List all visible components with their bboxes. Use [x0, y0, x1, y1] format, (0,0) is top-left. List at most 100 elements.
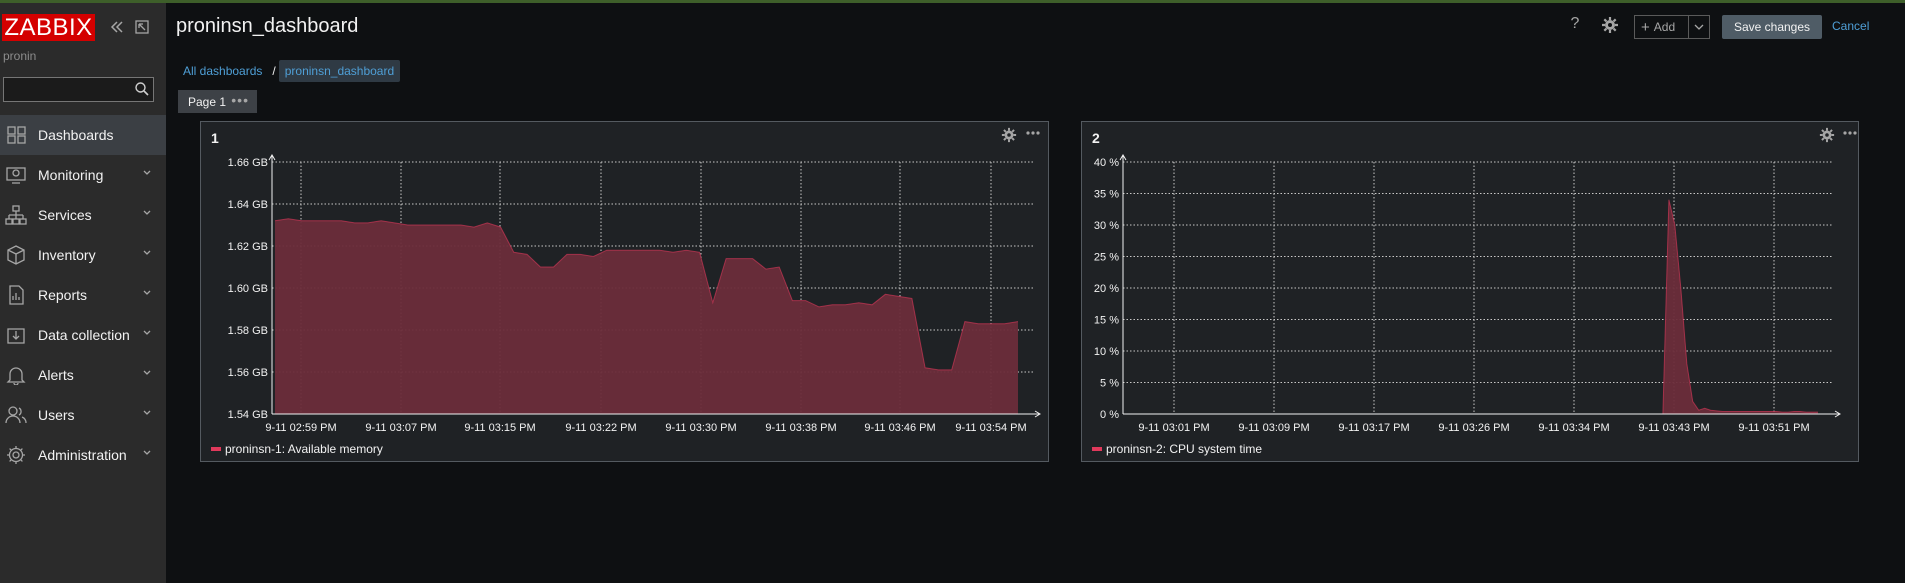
tab-page-1[interactable]: Page 1 ••• [178, 90, 257, 113]
chevron-down-icon [143, 210, 151, 215]
sidebar-item-users[interactable]: Users [0, 395, 166, 435]
page-menu-icon[interactable]: ••• [231, 92, 249, 108]
sidebar-item-label: Users [38, 407, 75, 423]
add-widget-button[interactable]: + Add [1634, 15, 1710, 39]
monitoring-icon [6, 167, 26, 184]
chart-memory: 1.54 GB 1.56 GB 1.58 GB 1.60 GB 1.62 GB 1.64 … [228, 154, 1041, 434]
add-dropdown-toggle[interactable] [1689, 16, 1709, 38]
services-icon [5, 205, 27, 225]
cancel-link[interactable]: Cancel [1832, 19, 1869, 33]
x-tick-label: 9-11 03:07 PM [365, 422, 436, 434]
sidebar-item-reports[interactable]: Reports [0, 275, 166, 315]
x-tick-label: 9-11 03:26 PM [1438, 422, 1509, 434]
sidebar: ZABBIX pronin Dashboards Monitoring Serv… [0, 3, 166, 583]
series-area [1126, 199, 1818, 414]
breadcrumb-all-dashboards[interactable]: All dashboards [176, 64, 269, 78]
dashboards-icon [7, 126, 26, 144]
y-tick-label: 1.54 GB [228, 409, 268, 421]
chevron-down-icon [1694, 24, 1704, 30]
sidebar-item-label: Data collection [38, 327, 130, 343]
chevron-down-icon [143, 330, 151, 335]
alerts-icon [6, 367, 26, 385]
legend-swatch [1092, 447, 1102, 451]
legend-label: proninsn-1: Available memory [225, 442, 383, 456]
sidebar-item-dashboards[interactable]: Dashboards [0, 115, 166, 155]
x-tick-label: 9-11 02:59 PM [265, 422, 336, 434]
series-line [1126, 199, 1818, 415]
y-tick-label: 1.64 GB [228, 199, 268, 211]
y-tick-label: 1.56 GB [228, 367, 268, 379]
x-tick-label: 9-11 03:17 PM [1338, 422, 1409, 434]
gear-icon[interactable] [1601, 16, 1619, 34]
sidebar-item-monitoring[interactable]: Monitoring [0, 155, 166, 195]
chevron-down-icon [143, 250, 151, 255]
y-tick-label: 25 % [1094, 252, 1119, 264]
chart-legend: proninsn-2: CPU system time [1092, 442, 1262, 456]
y-tick-label: 20 % [1094, 283, 1119, 295]
y-tick-label: 30 % [1094, 220, 1119, 232]
widget-title: 2 [1092, 130, 1100, 146]
chevron-down-icon [143, 410, 151, 415]
series-area [275, 218, 1018, 414]
x-tick-label: 9-11 03:46 PM [864, 422, 935, 434]
page-title: proninsn_dashboard [176, 15, 359, 37]
sidebar-item-inventory[interactable]: Inventory [0, 235, 166, 275]
y-tick-label: 15 % [1094, 315, 1119, 327]
data-collection-icon [7, 328, 25, 344]
x-tick-label: 9-11 03:09 PM [1238, 422, 1309, 434]
plus-icon: + [1641, 18, 1650, 36]
legend-label: proninsn-2: CPU system time [1106, 442, 1263, 456]
add-label: Add [1653, 20, 1676, 34]
breadcrumb-current[interactable]: proninsn_dashboard [278, 60, 401, 82]
graph-widget-1: 1.54 GB 1.56 GB 1.58 GB 1.60 GB 1.62 GB 1.64 … [200, 121, 1049, 462]
sidebar-item-alerts[interactable]: Alerts [0, 355, 166, 395]
chevron-down-icon [143, 370, 151, 375]
users-icon [5, 406, 27, 424]
x-tick-label: 9-11 03:43 PM [1638, 422, 1709, 434]
search-icon[interactable] [134, 81, 150, 97]
chevron-down-icon [143, 450, 151, 455]
sidebar-item-data-collection[interactable]: Data collection [0, 315, 166, 355]
y-tick-label: 0 % [1100, 409, 1119, 421]
widget-menu-icon[interactable] [1842, 126, 1858, 140]
x-tick-label: 9-11 03:22 PM [565, 422, 636, 434]
sidebar-item-label: Services [38, 207, 92, 223]
main-menu: Dashboards Monitoring Services Inventory… [0, 115, 166, 475]
administration-icon [7, 446, 25, 464]
sidebar-item-label: Monitoring [38, 167, 104, 183]
add-button-main[interactable]: + Add [1635, 16, 1690, 38]
reports-icon [9, 285, 24, 305]
save-changes-button[interactable]: Save changes [1722, 15, 1822, 39]
x-tick-label: 9-11 03:15 PM [464, 422, 535, 434]
chart-legend: proninsn-1: Available memory [211, 442, 383, 456]
legend-swatch [211, 447, 221, 451]
widget-gear-icon[interactable] [1819, 127, 1835, 143]
x-tick-label: 9-11 03:51 PM [1738, 422, 1809, 434]
y-tick-label: 1.62 GB [228, 241, 268, 253]
help-icon[interactable]: ? [1566, 15, 1584, 35]
collapse-sidebar-icon[interactable] [108, 18, 126, 36]
widget-gear-icon[interactable] [1001, 127, 1017, 143]
sidebar-item-services[interactable]: Services [0, 195, 166, 235]
sidebar-item-label: Alerts [38, 367, 74, 383]
kiosk-mode-icon[interactable] [133, 18, 151, 36]
zabbix-logo[interactable]: ZABBIX [2, 14, 95, 41]
breadcrumb: All dashboards / proninsn_dashboard [176, 60, 401, 82]
sidebar-item-administration[interactable]: Administration [0, 435, 166, 475]
search-input[interactable] [4, 78, 124, 101]
inventory-icon [7, 245, 25, 265]
graph-widget-2: 0 % 5 % 10 % 15 % 20 % 25 % 30 % 35 % 40 % 9-11 0… [1081, 121, 1859, 462]
sidebar-search[interactable] [3, 77, 154, 102]
top-accent-line [0, 0, 1905, 3]
sidebar-item-label: Dashboards [38, 127, 114, 143]
y-tick-label: 1.66 GB [228, 157, 268, 169]
widget-menu-icon[interactable] [1025, 126, 1041, 140]
chevron-down-icon [143, 170, 151, 175]
chevron-down-icon [143, 290, 151, 295]
breadcrumb-separator: / [272, 64, 276, 78]
tab-label: Page 1 [188, 94, 227, 109]
widget-title: 1 [211, 130, 219, 146]
chart-cpu: 0 % 5 % 10 % 15 % 20 % 25 % 30 % 35 % 40 % 9-11 0… [1094, 154, 1841, 434]
y-tick-label: 5 % [1100, 378, 1119, 390]
y-tick-label: 10 % [1094, 346, 1119, 358]
